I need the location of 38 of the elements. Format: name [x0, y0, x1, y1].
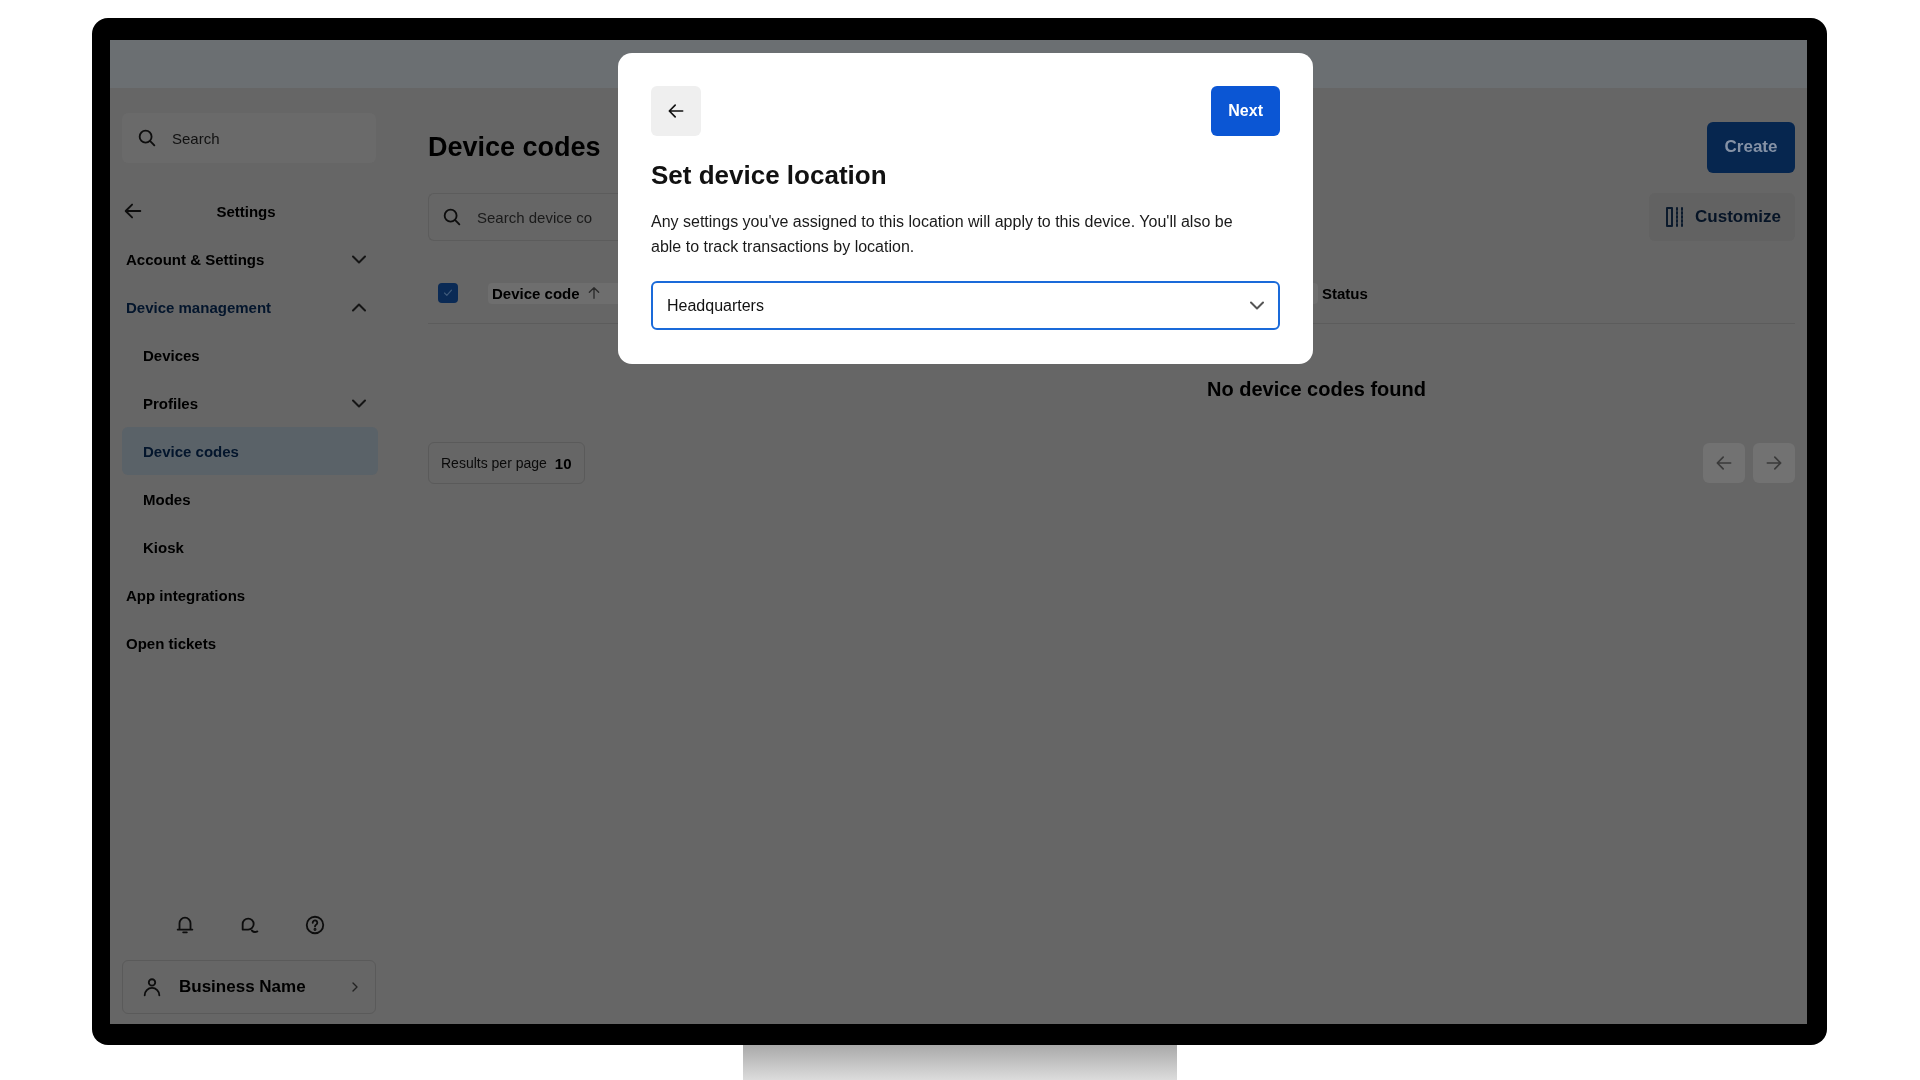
help-icon[interactable]	[304, 914, 327, 936]
chevron-down-icon	[1250, 301, 1264, 310]
sidebar-item[interactable]: Open tickets	[122, 619, 378, 667]
chevron-down-icon	[352, 398, 366, 408]
account-button[interactable]: Business Name	[122, 960, 376, 1014]
create-button[interactable]: Create	[1707, 121, 1795, 173]
dialog-title: Set device location	[651, 160, 888, 191]
customize-button[interactable]: Customize	[1649, 193, 1795, 241]
back-arrow-icon	[666, 101, 686, 121]
location-select[interactable]: Headquarters	[651, 281, 1280, 330]
search-icon	[136, 127, 158, 149]
search-icon	[441, 206, 463, 228]
person-icon	[141, 976, 163, 998]
sidebar-item[interactable]: Modes	[122, 475, 378, 523]
sidebar-item[interactable]: Profiles	[122, 379, 378, 427]
column-header[interactable]: Status	[1318, 282, 1372, 304]
page-title: Device codes	[428, 131, 601, 163]
chevron-down-icon	[352, 254, 366, 264]
sidebar-title: Settings	[215, 202, 277, 220]
sidebar-item[interactable]: App integrations	[122, 571, 378, 619]
search-field[interactable]: Search	[122, 113, 376, 163]
results-per-page-select[interactable]: Results per page 10	[428, 442, 585, 484]
sidebar-item[interactable]: Devices	[122, 331, 378, 379]
search-field[interactable]: Search device co	[428, 193, 618, 241]
forward-arrow-icon	[1764, 453, 1784, 473]
next-page-button[interactable]	[1753, 443, 1795, 483]
back-arrow-icon	[1714, 453, 1734, 473]
sidebar-item[interactable]: Kiosk	[122, 523, 378, 571]
back-button[interactable]	[651, 86, 701, 136]
next-button[interactable]: Next	[1211, 86, 1280, 136]
sidebar-item[interactable]: Account & Settings	[122, 235, 378, 283]
chevron-up-icon	[352, 302, 366, 312]
sidebar-item[interactable]: Device codes	[122, 427, 378, 475]
empty-message: No device codes found	[1207, 378, 1426, 401]
sidebar-item[interactable]: Device management	[122, 283, 378, 331]
checkbox[interactable]	[438, 283, 458, 303]
dialog-description: Any settings you've assigned to this location will apply to this device. You'll also be able to track transactions by location.	[651, 212, 1234, 257]
previous-page-button[interactable]	[1703, 443, 1745, 483]
